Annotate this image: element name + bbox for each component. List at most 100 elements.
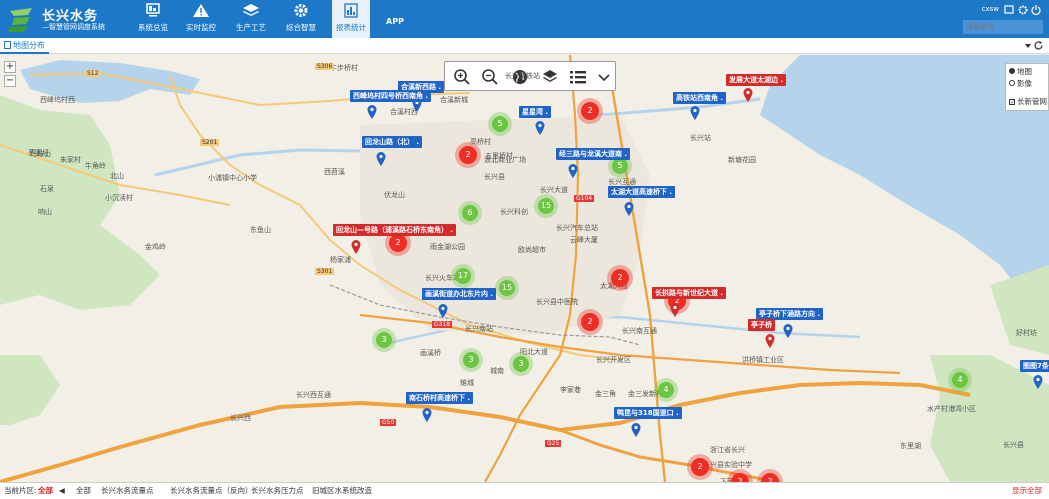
radio-unchecked[interactable] — [1009, 80, 1015, 86]
nav-production[interactable]: 生产工艺 — [232, 0, 270, 38]
checkbox-checked-icon[interactable]: ✓ — [1009, 99, 1015, 106]
map-pin-icon[interactable] — [690, 106, 700, 120]
map-pin-icon[interactable] — [783, 324, 793, 338]
station-cluster[interactable]: 2 — [581, 313, 599, 331]
station-popup[interactable]: 太湖大道高速桥下 . — [608, 186, 676, 198]
screen-icon[interactable] — [1004, 5, 1014, 14]
nav-overview[interactable]: 系统总览 — [134, 0, 172, 38]
tab-map-distribution[interactable]: 地图分布 — [0, 38, 49, 54]
station-cluster[interactable]: 5 — [612, 158, 628, 174]
warning-icon — [193, 4, 209, 17]
tab-bar: 地图分布 — [0, 38, 1049, 54]
map-canvas[interactable]: + − 地图 影像 ✓ 长新管网 牛步桥村 长兴高铁站 西峰坞村西 合溪新城 合溪村西 高桥… — [0, 55, 1049, 482]
station-popup[interactable]: 长拱路与新世纪大道 . — [652, 287, 727, 299]
power-icon[interactable] — [1031, 5, 1041, 15]
station-popup[interactable]: 发展大道太湖边 . — [726, 74, 787, 86]
map-place-label: 高桥村 — [470, 138, 491, 146]
station-cluster[interactable]: 15 — [499, 280, 515, 296]
map-place-label: 北山 — [110, 172, 124, 180]
map-pin-icon[interactable] — [743, 88, 753, 102]
station-popup[interactable]: 高铁站西南角 . — [673, 92, 727, 104]
gear-icon — [294, 4, 308, 17]
current-area-value[interactable]: 全部 — [38, 483, 53, 499]
map-place-label: 浙江省长兴 — [710, 446, 745, 454]
map-pin-icon[interactable] — [624, 202, 634, 216]
map-place-label: 新塘花园 — [728, 156, 756, 164]
tab-dropdown-icon[interactable] — [1025, 44, 1031, 48]
station-cluster[interactable]: 3 — [376, 332, 392, 348]
map-pin-icon[interactable] — [438, 304, 448, 318]
layer-option-map[interactable]: 地图 — [1009, 66, 1045, 78]
station-cluster[interactable]: 2 — [691, 458, 709, 476]
map-pin-icon[interactable] — [670, 303, 680, 317]
station-cluster[interactable]: 15 — [538, 198, 554, 214]
map-place-label: 长兴汽车总站 — [556, 224, 598, 232]
map-place-label: S12 — [85, 70, 101, 77]
station-popup[interactable]: 经三路与龙溪大道南 . — [556, 148, 631, 160]
station-popup[interactable]: 图图7条路 . — [1020, 360, 1049, 372]
map-pin-icon[interactable] — [422, 408, 432, 422]
map-pin-icon[interactable] — [535, 121, 545, 135]
refresh-icon[interactable] — [1034, 41, 1043, 50]
station-popup[interactable]: 星星湾 . — [519, 106, 552, 118]
station-cluster[interactable]: 2 — [459, 146, 477, 164]
map-doc-icon — [4, 41, 11, 49]
nav-monitoring[interactable]: 实时监控 — [182, 0, 220, 38]
map-pin-icon[interactable] — [1033, 375, 1043, 389]
station-cluster[interactable]: 3 — [463, 352, 479, 368]
station-cluster[interactable]: 6 — [462, 205, 478, 221]
station-popup[interactable]: 回龙山—号路（浦溪路石桥东南角） . — [333, 224, 457, 236]
nav-reports[interactable]: 报表统计 — [332, 0, 370, 38]
station-popup[interactable]: 南石桥村高速桥下 . — [406, 392, 474, 404]
station-search-input[interactable] — [963, 20, 1043, 34]
radio-checked[interactable] — [1009, 68, 1015, 74]
station-cluster[interactable]: 4 — [658, 382, 674, 398]
zoom-minus-button[interactable]: − — [4, 75, 16, 87]
map-pin-icon[interactable] — [351, 240, 361, 254]
chevron-down-icon[interactable] — [595, 68, 613, 86]
layer-option-image[interactable]: 影像 — [1009, 78, 1045, 90]
filter-all[interactable]: 全部 — [76, 483, 91, 499]
layer-checkbox-network[interactable]: ✓ 长新管网 — [1009, 96, 1047, 108]
map-place-label: 长兴县中医院 — [536, 298, 578, 306]
map-place-label: 长兴西互通 — [296, 391, 331, 399]
green-southeast — [930, 355, 1049, 482]
map-pin-icon[interactable] — [376, 152, 386, 166]
filter-flow[interactable]: 长兴水务流量点 — [101, 483, 154, 499]
list-icon[interactable] — [569, 68, 587, 86]
user-name[interactable]: cxsw — [982, 5, 999, 13]
filter-flow-reverse[interactable]: 长兴水务流量点（反向） — [170, 483, 253, 499]
station-popup[interactable]: 鸭昆与318国道口 . — [614, 407, 682, 419]
station-popup[interactable]: 西峰坞村四号桥西南角 . — [350, 90, 432, 102]
map-pin-icon[interactable] — [765, 334, 775, 348]
caret-left-icon[interactable]: ◀ — [59, 483, 65, 499]
show-all-link[interactable]: 显示全部 — [1012, 483, 1042, 499]
station-popup[interactable]: 回龙山路（北） . — [362, 136, 423, 148]
map-pin-icon[interactable] — [367, 105, 377, 119]
zoom-out-icon[interactable] — [481, 68, 499, 86]
station-cluster[interactable]: 2 — [611, 269, 629, 287]
station-popup[interactable]: 亭子桥 — [748, 319, 775, 331]
filter-pressure[interactable]: 长兴水务压力点 — [251, 483, 304, 499]
basemap — [0, 55, 1049, 482]
map-place-label: 水产村港湾小区 — [927, 405, 976, 413]
station-cluster[interactable]: 2 — [581, 102, 599, 120]
station-popup[interactable]: 画溪街道办北东片内 . — [422, 288, 497, 300]
station-cluster[interactable]: 4 — [952, 372, 968, 388]
map-pin-icon[interactable] — [568, 164, 578, 178]
map-place-label: 牛角岭 — [85, 162, 106, 170]
filter-old-city[interactable]: 旧城区水系统改造 — [312, 483, 372, 499]
app-logo[interactable]: 长兴水务 —智慧管网调度系统 — [4, 3, 134, 35]
zoom-in-icon[interactable] — [453, 68, 471, 86]
station-cluster[interactable]: 2 — [389, 234, 407, 252]
settings-icon[interactable] — [1018, 5, 1028, 15]
layers-icon[interactable] — [541, 68, 559, 86]
map-place-label: 金鸡岭 — [145, 243, 166, 251]
station-cluster[interactable]: 3 — [513, 356, 529, 372]
map-pin-icon[interactable] — [631, 423, 641, 437]
station-cluster[interactable]: 17 — [455, 268, 471, 284]
zoom-plus-button[interactable]: + — [4, 61, 16, 73]
station-cluster[interactable]: 5 — [492, 116, 508, 132]
nav-smart[interactable]: 综合智慧 — [282, 0, 320, 38]
nav-app[interactable]: APP — [380, 0, 410, 38]
